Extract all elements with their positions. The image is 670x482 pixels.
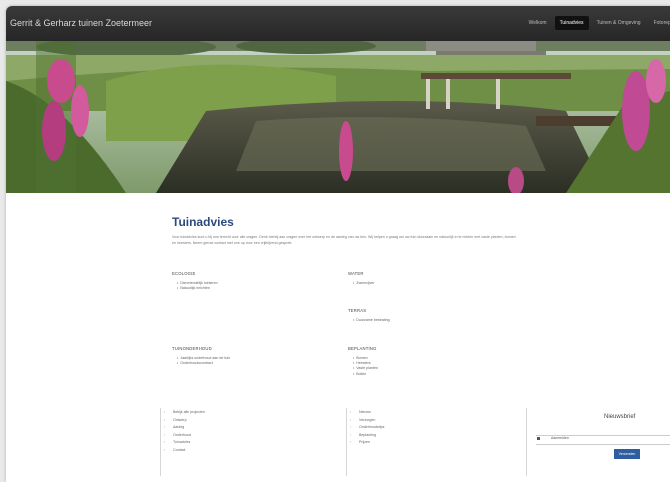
footer-links-col1: › Bekijk alle projecten › Ontwerp › Aanleg …	[164, 409, 205, 455]
footer-link[interactable]: › Prijzen	[350, 439, 384, 447]
section-terras: Terras Duurzame bestrating	[348, 308, 390, 323]
footer-link[interactable]: › Aanleg	[164, 424, 205, 432]
site-title[interactable]: Gerrit & Gerharz tuinen Zoetermeer	[10, 18, 152, 28]
newsletter-checkbox-label: Aanmelden	[551, 436, 569, 440]
section-heading: Tuinonderhoud	[172, 346, 212, 351]
section-tuinonderhoud: Tuinonderhoud Jaarlijks onderhoud aan de…	[172, 346, 230, 366]
footer-link[interactable]: › Beplanting	[350, 432, 384, 440]
nav-item-tuinadvies[interactable]: Tuinadvies	[554, 16, 589, 30]
intro-text: Voor tuinadvies kunt u bij ons terecht v…	[172, 235, 516, 245]
newsletter-submit-button[interactable]: Verzenden	[614, 449, 640, 459]
section-heading: Water	[348, 271, 364, 276]
list-item[interactable]: Bollen	[353, 372, 378, 377]
newsletter-checkbox[interactable]	[537, 437, 540, 440]
footer-link[interactable]: › Onderhoud	[164, 432, 205, 440]
hero-image	[6, 41, 670, 193]
footer-link[interactable]: › Contact	[164, 447, 205, 455]
footer-links-col2: › Nieuws › Verzorgen › Onderhoudstips › Bepl…	[350, 409, 384, 447]
section-ecologie: Ecologie Diervriendelijk tuinieren Natuu…	[172, 271, 218, 291]
nav-item-fotoreportage[interactable]: Fotoreportage	[649, 16, 670, 30]
main-content: Tuinadvies Voor tuinadvies kunt u bij on…	[172, 215, 532, 246]
section-heading: Terras	[348, 308, 367, 313]
main-nav: Welkom Tuinadvies Tuinen & Omgeving Foto…	[524, 16, 670, 30]
list-item[interactable]: Vaste planten	[353, 366, 378, 371]
page-title: Tuinadvies	[172, 215, 234, 229]
footer-link[interactable]: › Bekijk alle projecten	[164, 409, 205, 417]
section-water: Water Zwemvijver	[348, 271, 374, 286]
footer-link[interactable]: › Ontwerp	[164, 417, 205, 425]
nav-item-tuinen[interactable]: Tuinen & Omgeving	[592, 16, 646, 30]
list-item[interactable]: Onderhoudscontract	[177, 361, 230, 366]
footer-link[interactable]: › Tuinadvies	[164, 439, 205, 447]
browser-page: Gerrit & Gerharz tuinen Zoetermeer Welko…	[6, 6, 670, 482]
footer-link[interactable]: › Verzorgen	[350, 417, 384, 425]
footer-divider	[160, 408, 161, 476]
nav-item-home[interactable]: Welkom	[524, 16, 552, 30]
footer-link[interactable]: › Onderhoudstips	[350, 424, 384, 432]
section-heading: Ecologie	[172, 271, 196, 276]
section-beplanting: Beplanting Bomen Heesters Vaste planten …	[348, 346, 378, 377]
garden-pond-photo	[6, 41, 670, 193]
section-heading: Beplanting	[348, 346, 377, 351]
footer-divider	[346, 408, 347, 476]
list-item[interactable]: Natuurlijk inrichten	[177, 286, 218, 291]
footer-link[interactable]: › Nieuws	[350, 409, 384, 417]
footer-divider	[526, 408, 527, 476]
newsletter-title: Nieuwsbrief	[604, 414, 636, 420]
top-navbar: Gerrit & Gerharz tuinen Zoetermeer Welko…	[6, 6, 670, 41]
list-item[interactable]: Zwemvijver	[353, 281, 374, 286]
list-item[interactable]: Duurzame bestrating	[353, 318, 389, 323]
